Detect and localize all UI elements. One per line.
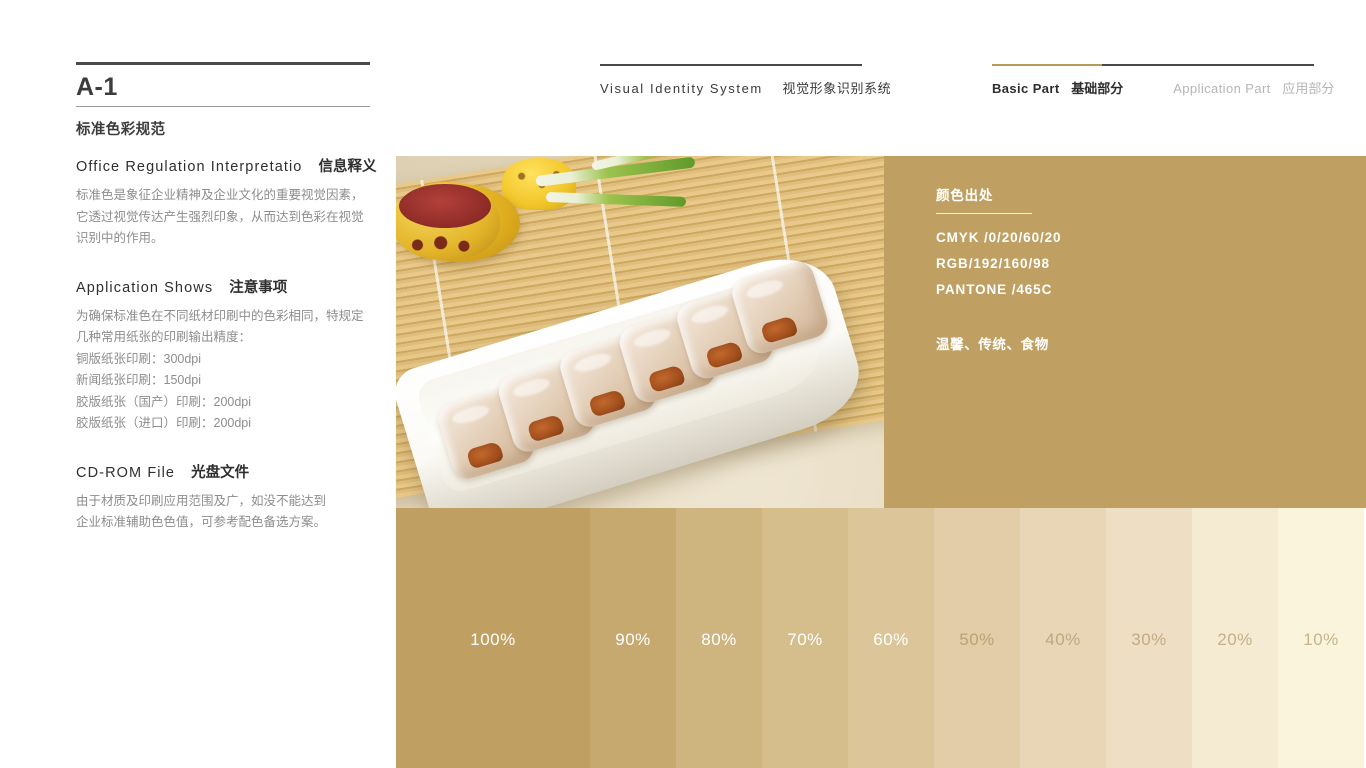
- document-code-block: A-1 标准色彩规范: [76, 62, 370, 139]
- color-value-rgb: RGB/192/160/98: [936, 256, 1050, 271]
- swatch-label: 40%: [1045, 630, 1081, 649]
- swatch-label: 50%: [959, 630, 995, 649]
- section-cdrom-file: CD-ROM File 光盘文件 由于材质及印刷应用范围及广，如没不能达到 企业…: [76, 461, 376, 534]
- body-line: 标准色是象征企业精神及企业文化的重要视觉因素，: [76, 188, 364, 202]
- swatch-90: 90%: [590, 508, 676, 768]
- system-title-block: Visual Identity System 视觉形象识别系统: [600, 64, 891, 97]
- body-line: 识别中的作用。: [76, 231, 164, 245]
- section-cdrom-file-heading-en: CD-ROM File: [76, 464, 176, 481]
- swatch-label: 60%: [873, 630, 909, 649]
- section-application-shows: Application Shows 注意事项 为确保标准色在不同纸材印刷中的色彩…: [76, 276, 376, 435]
- system-title-cn: 视觉形象识别系统: [782, 81, 892, 96]
- left-text-column: Office Regulation Interpretatio 信息释义 标准色…: [76, 155, 377, 560]
- body-line: 新闻纸张印刷：150dpi: [76, 373, 202, 387]
- swatch-label: 10%: [1303, 630, 1339, 649]
- swatch-80: 80%: [676, 508, 762, 768]
- swatch-label: 30%: [1131, 630, 1167, 649]
- photo-tea-liquid: [399, 184, 491, 228]
- color-value-cmyk: CMYK /0/20/60/20: [936, 230, 1062, 245]
- swatch-20: 20%: [1192, 508, 1278, 768]
- tab-active-underline: [992, 64, 1102, 66]
- color-spec-content: 颜色出处 CMYK /0/20/60/20 RGB/192/160/98 PAN…: [884, 156, 1366, 353]
- section-application-shows-body: 为确保标准色在不同纸材印刷中的色彩相同，特规定 几种常用纸张的印刷输出精度： 铜…: [76, 306, 376, 435]
- swatch-100: 100%: [396, 508, 590, 768]
- section-cdrom-file-heading-cn: 光盘文件: [191, 464, 250, 481]
- body-line: 为确保标准色在不同纸材印刷中的色彩相同，特规定: [76, 308, 364, 323]
- body-line: 铜版纸张印刷：300dpi: [76, 351, 202, 366]
- color-spec-panel: 颜色出处 CMYK /0/20/60/20 RGB/192/160/98 PAN…: [884, 156, 1366, 508]
- swatch-label: 100%: [470, 630, 516, 649]
- section-tabs-rule: [992, 64, 1314, 66]
- section-tabs-block: Basic Part 基础部分 Application Part 应用部分: [992, 64, 1334, 97]
- section-application-shows-heading-en: Application Shows: [76, 279, 214, 296]
- tab-basic-part[interactable]: Basic Part 基础部分: [992, 78, 1123, 97]
- section-tabs: Basic Part 基础部分 Application Part 应用部分: [992, 66, 1334, 97]
- tab-application-part-en: Application Part: [1173, 81, 1271, 96]
- system-title-en: Visual Identity System: [600, 81, 763, 96]
- section-interpretation-body: 标准色是象征企业精神及企业文化的重要视觉因素， 它透过视觉传达产生强烈印象，从而…: [76, 185, 376, 250]
- swatch-label: 70%: [787, 630, 823, 649]
- swatch-60: 60%: [848, 508, 934, 768]
- swatch-10: 10%: [1278, 508, 1364, 768]
- swatch-40: 40%: [1020, 508, 1106, 768]
- section-cdrom-file-body: 由于材质及印刷应用范围及广，如没不能达到 企业标准辅助色色值，可参考配色备选方案…: [76, 491, 376, 534]
- photo-teacup: [396, 182, 500, 260]
- photo-saucer: [396, 182, 520, 262]
- swatch-70: 70%: [762, 508, 848, 768]
- document-code: A-1: [76, 73, 118, 101]
- food-photograph: [396, 156, 884, 508]
- swatch-label: 80%: [701, 630, 737, 649]
- body-line: 几种常用纸张的印刷输出精度：: [76, 330, 252, 344]
- section-interpretation-heading-en: Office Regulation Interpretatio: [76, 159, 303, 175]
- tint-swatch-strip: 100% 90% 80% 70% 60% 50% 40% 30% 20% 10%: [396, 508, 1366, 768]
- tab-application-part-cn: 应用部分: [1282, 81, 1335, 96]
- color-keywords: 温馨、传统、食物: [936, 337, 1049, 352]
- swatch-30: 30%: [1106, 508, 1192, 768]
- color-value-pantone: PANTONE /465C: [936, 282, 1053, 297]
- photo-teacup-pattern: [402, 234, 488, 256]
- swatch-label: 90%: [615, 630, 651, 649]
- body-line: 由于材质及印刷应用范围及广，如没不能达到: [76, 493, 327, 508]
- system-title: Visual Identity System 视觉形象识别系统: [600, 66, 891, 97]
- document-subtitle: 标准色彩规范: [76, 122, 166, 138]
- tab-basic-part-cn: 基础部分: [1071, 81, 1124, 96]
- body-line: 胶版纸张（国产）印刷：200dpi: [76, 394, 252, 409]
- body-line: 胶版纸张（进口）印刷：200dpi: [76, 416, 252, 430]
- body-line: 它透过视觉传达产生强烈印象，从而达到色彩在视觉: [76, 209, 364, 224]
- swatch-label: 20%: [1217, 630, 1253, 649]
- section-interpretation: Office Regulation Interpretatio 信息释义 标准色…: [76, 155, 377, 250]
- section-interpretation-heading: Office Regulation Interpretatio 信息释义: [76, 155, 377, 176]
- color-spec-rule: [936, 213, 1032, 214]
- section-application-shows-heading-cn: 注意事项: [229, 279, 288, 296]
- color-spec-title: 颜色出处: [936, 188, 994, 203]
- swatch-50: 50%: [934, 508, 1020, 768]
- section-application-shows-heading: Application Shows 注意事项: [76, 276, 376, 297]
- tab-basic-part-en: Basic Part: [992, 81, 1060, 96]
- section-interpretation-heading-cn: 信息释义: [318, 159, 377, 175]
- body-line: 企业标准辅助色色值，可参考配色备选方案。: [76, 515, 327, 529]
- section-cdrom-file-heading: CD-ROM File 光盘文件: [76, 461, 376, 482]
- tab-application-part[interactable]: Application Part 应用部分: [1173, 78, 1334, 97]
- tab-rule-rest: [1102, 64, 1314, 66]
